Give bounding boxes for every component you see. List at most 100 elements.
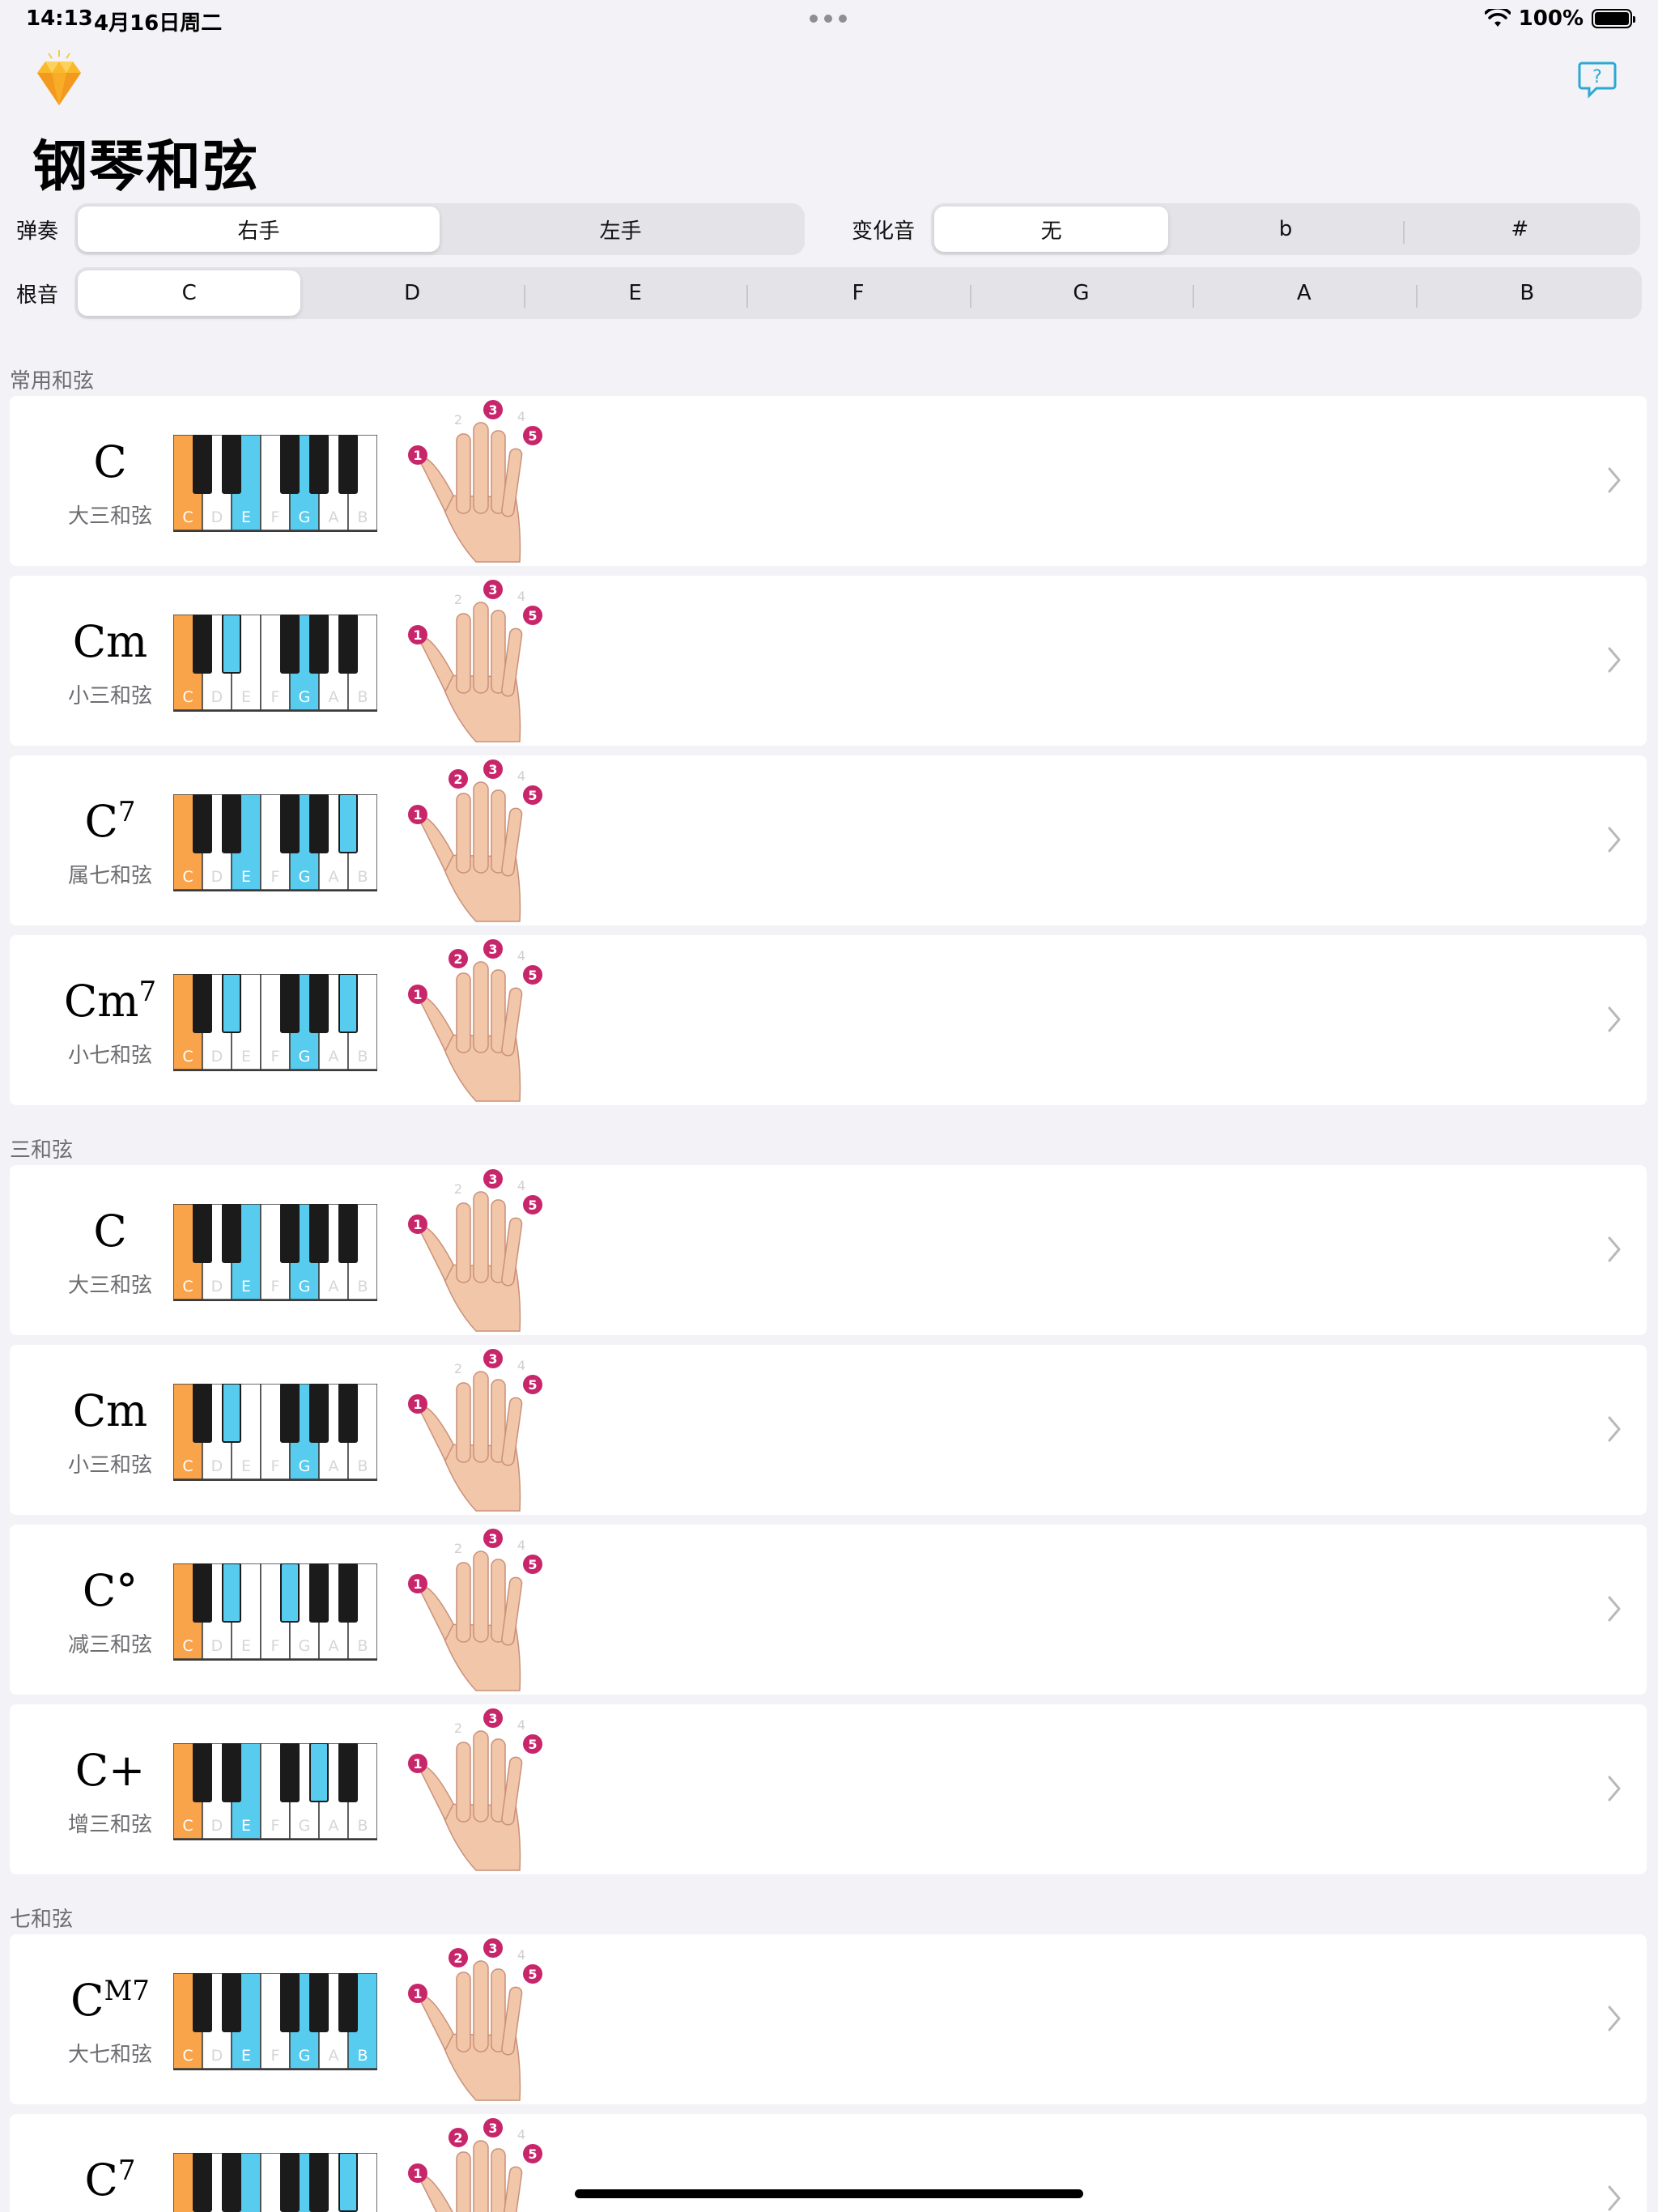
black-key <box>309 1743 329 1802</box>
finger-5-number: 5 <box>528 788 537 803</box>
piano-keyboard: CDEFGAB <box>173 2153 377 2212</box>
black-key <box>193 1973 212 2032</box>
root-option[interactable]: D <box>300 270 523 316</box>
finger-1-number: 1 <box>413 1756 422 1772</box>
black-key <box>280 1743 300 1802</box>
black-key <box>309 794 329 853</box>
chord-name: Cm7 <box>42 976 178 1027</box>
chord-row[interactable]: Cm 小三和弦 C D E F G A B 1 2 3 4 5 <box>10 576 1647 746</box>
white-key-label: A <box>329 1637 339 1655</box>
accidental-option[interactable]: 无 <box>934 206 1169 252</box>
hand-control-row: 弹奏 右手 左手 <box>16 203 805 255</box>
white-key-label: D <box>211 1048 223 1066</box>
chord-row[interactable]: Cm7 小七和弦 C D E F G A B 1 2 3 4 5 <box>10 935 1647 1105</box>
root-option[interactable]: G <box>969 270 1192 316</box>
section-header: 七和弦 <box>10 1908 74 1932</box>
root-option[interactable]: B <box>1415 270 1639 316</box>
finger-4-number: 4 <box>517 1947 525 1963</box>
finger-5-number: 5 <box>528 1557 537 1572</box>
black-key <box>222 1973 241 2032</box>
chord-symbol: Cm <box>63 976 139 1027</box>
help-feedback-icon[interactable]: ? <box>1577 60 1618 100</box>
root-control-row: 根音 CDEFGAB <box>16 267 1642 319</box>
white-key-label: E <box>241 2047 251 2065</box>
hand-fingering-icon: 1 2 3 45 <box>408 1529 542 1691</box>
root-option[interactable]: F <box>746 270 969 316</box>
finger-2-number: 2 <box>453 2130 462 2146</box>
chord-name: C <box>42 436 178 487</box>
accidental-option[interactable]: # <box>1402 206 1637 252</box>
white-key-label: B <box>357 688 368 706</box>
hand-fingering-icon: 1 2 3 45 <box>408 580 542 742</box>
chord-row[interactable]: C 大三和弦 C D E F G A B 1 2 3 4 5 <box>10 396 1647 566</box>
white-key-label: G <box>299 1457 311 1475</box>
white-key-label: G <box>299 868 311 886</box>
black-key <box>280 2153 300 2212</box>
black-key <box>222 794 241 853</box>
chord-type: 小三和弦 <box>67 684 152 708</box>
section-header: 三和弦 <box>10 1138 74 1163</box>
root-label: 根音 <box>16 283 59 308</box>
white-key-label: E <box>241 868 251 886</box>
chord-row[interactable]: C7 属七和弦 C D E F G A B 1 2 3 4 5 <box>10 755 1647 925</box>
white-key-label: E <box>241 1637 251 1655</box>
finger-2-number: 2 <box>454 1181 462 1197</box>
multitasking-dots-icon[interactable] <box>810 15 847 23</box>
white-key-label: F <box>271 868 280 886</box>
white-key-label: E <box>241 508 251 526</box>
black-key <box>309 974 329 1033</box>
battery-icon <box>1592 9 1635 28</box>
finger-4-number: 4 <box>517 1717 525 1733</box>
black-key <box>222 1204 241 1263</box>
finger-3-number: 3 <box>488 2121 497 2136</box>
finger-5-number: 5 <box>528 2146 537 2162</box>
hand-segmented-control[interactable]: 右手 左手 <box>74 203 805 255</box>
finger-2-number: 2 <box>454 1361 462 1376</box>
chord-symbol: Cm <box>72 616 148 667</box>
status-right: 100% <box>1484 6 1635 31</box>
black-key <box>222 1563 241 1623</box>
chord-type: 属七和弦 <box>67 864 152 888</box>
chord-type: 大三和弦 <box>67 504 152 529</box>
chord-row[interactable]: CM7 大七和弦 C D E F G A B 1 2 3 4 5 <box>10 1934 1647 2104</box>
piano-keyboard: CDEFGAB <box>173 1973 377 2070</box>
accidental-segmented-control[interactable]: 无 b # <box>931 203 1640 255</box>
black-key <box>193 1384 212 1443</box>
piano-keyboard: CDEFGAB <box>173 794 377 891</box>
white-key-label: C <box>182 508 193 526</box>
white-key-label: E <box>241 1817 251 1835</box>
white-key-label: C <box>182 1048 193 1066</box>
chord-row[interactable]: C° 减三和弦 C D E F G A B 1 2 3 4 5 <box>10 1525 1647 1695</box>
finger-5-number: 5 <box>528 1737 537 1752</box>
home-indicator[interactable] <box>575 2189 1083 2198</box>
white-key-label: B <box>357 2047 368 2065</box>
accidental-option[interactable]: b <box>1168 206 1402 252</box>
black-key <box>280 794 300 853</box>
hand-option[interactable]: 右手 <box>78 206 440 252</box>
white-key-label: F <box>271 1278 280 1295</box>
black-key <box>338 1563 358 1623</box>
root-option[interactable]: A <box>1192 270 1415 316</box>
black-key <box>222 435 241 494</box>
chord-name: C7 <box>42 2155 178 2206</box>
root-segmented-control[interactable]: CDEFGAB <box>74 267 1642 319</box>
white-key-label: B <box>357 1048 368 1066</box>
chord-row[interactable]: C 大三和弦 C D E F G A B 1 2 3 4 5 <box>10 1165 1647 1335</box>
white-key-label: B <box>357 1457 368 1475</box>
finger-4-number: 4 <box>517 409 525 424</box>
chevron-right-icon <box>1608 467 1621 493</box>
root-option[interactable]: C <box>78 270 301 316</box>
chord-type: 小七和弦 <box>67 1044 152 1068</box>
hand-option[interactable]: 左手 <box>440 206 801 252</box>
white-key-label: B <box>357 868 368 886</box>
chord-row[interactable]: C+ 增三和弦 C D E F G A B 1 2 3 4 5 <box>10 1704 1647 1874</box>
finger-3-number: 3 <box>488 1711 497 1726</box>
white-key-label: A <box>329 1048 339 1066</box>
chord-row[interactable]: Cm 小三和弦 C D E F G A B 1 2 3 4 5 <box>10 1345 1647 1515</box>
root-option[interactable]: E <box>523 270 746 316</box>
piano-keyboard: CDEFGAB <box>173 435 377 532</box>
chord-symbol: Cm <box>72 1385 148 1436</box>
black-key <box>338 1384 358 1443</box>
white-key-label: D <box>211 1278 223 1295</box>
black-key <box>280 1563 300 1623</box>
